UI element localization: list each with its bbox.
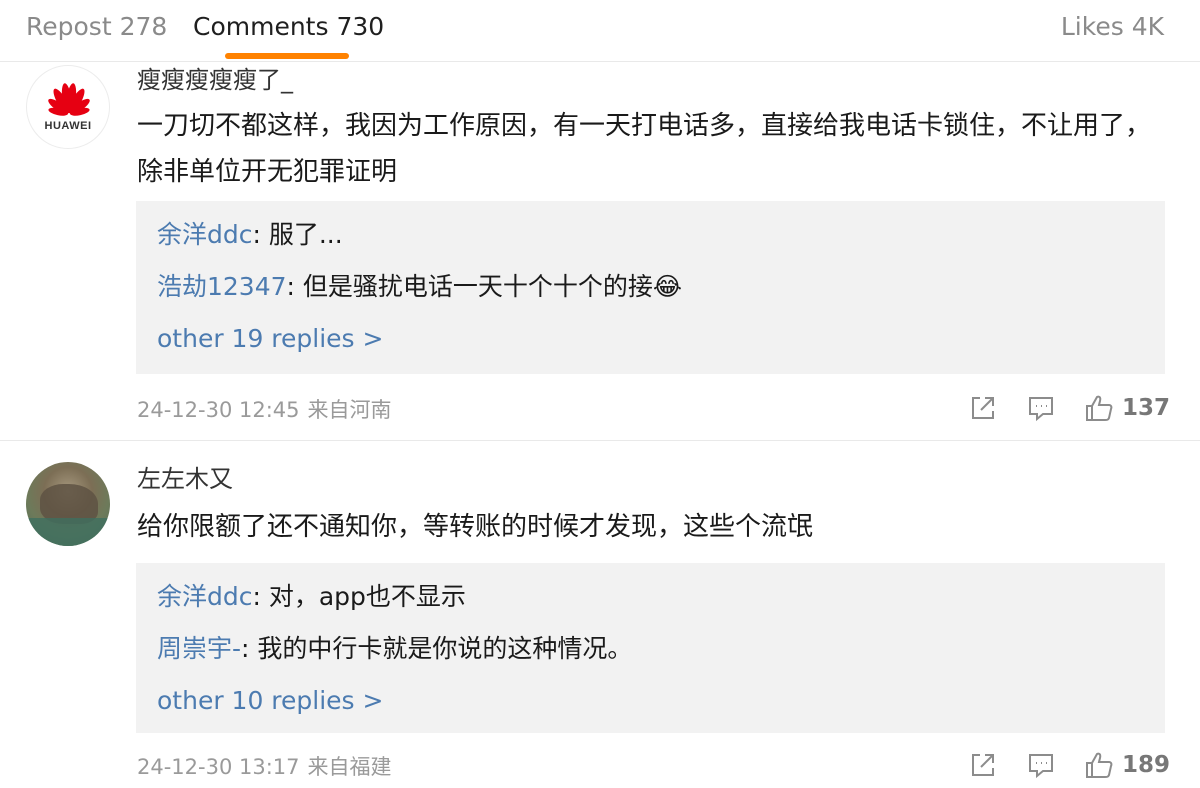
reply-username[interactable]: 余洋ddc	[157, 582, 252, 611]
comment-item: HUAWEI 瘦瘦瘦瘦瘦了_ 一刀切不都这样，我因为工作原因，有一天打电话多，直…	[0, 63, 1200, 441]
reply-username[interactable]: 余洋ddc	[157, 220, 252, 249]
reply-box: 余洋ddc: 对，app也不显示 周崇宇-: 我的中行卡就是你说的这种情况。 o…	[136, 563, 1165, 733]
comment-username[interactable]: 左左木又	[137, 464, 233, 494]
reply-text: : 我的中行卡就是你说的这种情况。	[241, 634, 633, 663]
reply-username[interactable]: 浩劫12347	[157, 272, 287, 301]
comment-time: 24-12-30 12:45	[137, 398, 300, 422]
thumbs-up-icon[interactable]	[1084, 393, 1114, 423]
reply-item: 余洋ddc: 服了...	[157, 219, 343, 251]
share-icon[interactable]	[968, 393, 998, 423]
comment-username[interactable]: 瘦瘦瘦瘦瘦了_	[137, 65, 293, 95]
like-count: 137	[1122, 395, 1171, 421]
reply-username[interactable]: 周崇宇-	[157, 634, 241, 663]
thumbs-up-icon[interactable]	[1084, 750, 1114, 780]
comment-meta: 24-12-30 13:17 来自福建	[137, 754, 392, 780]
like-count: 189	[1122, 752, 1171, 778]
reply-item: 浩劫12347: 但是骚扰电话一天十个十个的接😂	[157, 271, 682, 303]
huawei-logo-icon	[48, 83, 90, 116]
comment-time: 24-12-30 13:17	[137, 755, 300, 779]
tab-repost[interactable]: Repost 278	[26, 12, 167, 42]
avatar-logo-text: HUAWEI	[44, 120, 92, 132]
active-tab-indicator	[225, 53, 349, 59]
reply-text: : 服了...	[252, 220, 343, 249]
comment-text: 给你限额了还不通知你，等转账的时候才发现，这些个流氓	[137, 512, 814, 542]
tab-bar: Repost 278 Comments 730 Likes 4K	[0, 0, 1200, 62]
comment-location: 来自河南	[307, 398, 392, 422]
comment-text: 一刀切不都这样，我因为工作原因，有一天打电话多，直接给我电话卡锁住，不让用了，除…	[137, 111, 1152, 187]
more-replies-link[interactable]: other 10 replies >	[157, 685, 383, 717]
reply-item: 余洋ddc: 对，app也不显示	[157, 581, 466, 613]
avatar-water-shape	[26, 518, 110, 546]
comment-icon[interactable]	[1026, 750, 1056, 780]
more-replies-link[interactable]: other 19 replies >	[157, 323, 383, 355]
tab-comments[interactable]: Comments 730	[193, 12, 384, 42]
comment-icon[interactable]	[1026, 393, 1056, 423]
reply-item: 周崇宇-: 我的中行卡就是你说的这种情况。	[157, 633, 632, 665]
comment-location: 来自福建	[307, 755, 392, 779]
reply-text: : 对，app也不显示	[252, 582, 466, 611]
reply-text: : 但是骚扰电话一天十个十个的接😂	[286, 272, 683, 301]
avatar[interactable]	[26, 462, 110, 546]
avatar[interactable]: HUAWEI	[26, 65, 110, 149]
share-icon[interactable]	[968, 750, 998, 780]
reply-box: 余洋ddc: 服了... 浩劫12347: 但是骚扰电话一天十个十个的接😂 ot…	[136, 201, 1165, 374]
comment-item: 左左木又 给你限额了还不通知你，等转账的时候才发现，这些个流氓 余洋ddc: 对…	[0, 442, 1200, 788]
tab-likes[interactable]: Likes 4K	[1061, 12, 1164, 42]
comment-meta: 24-12-30 12:45 来自河南	[137, 397, 392, 423]
